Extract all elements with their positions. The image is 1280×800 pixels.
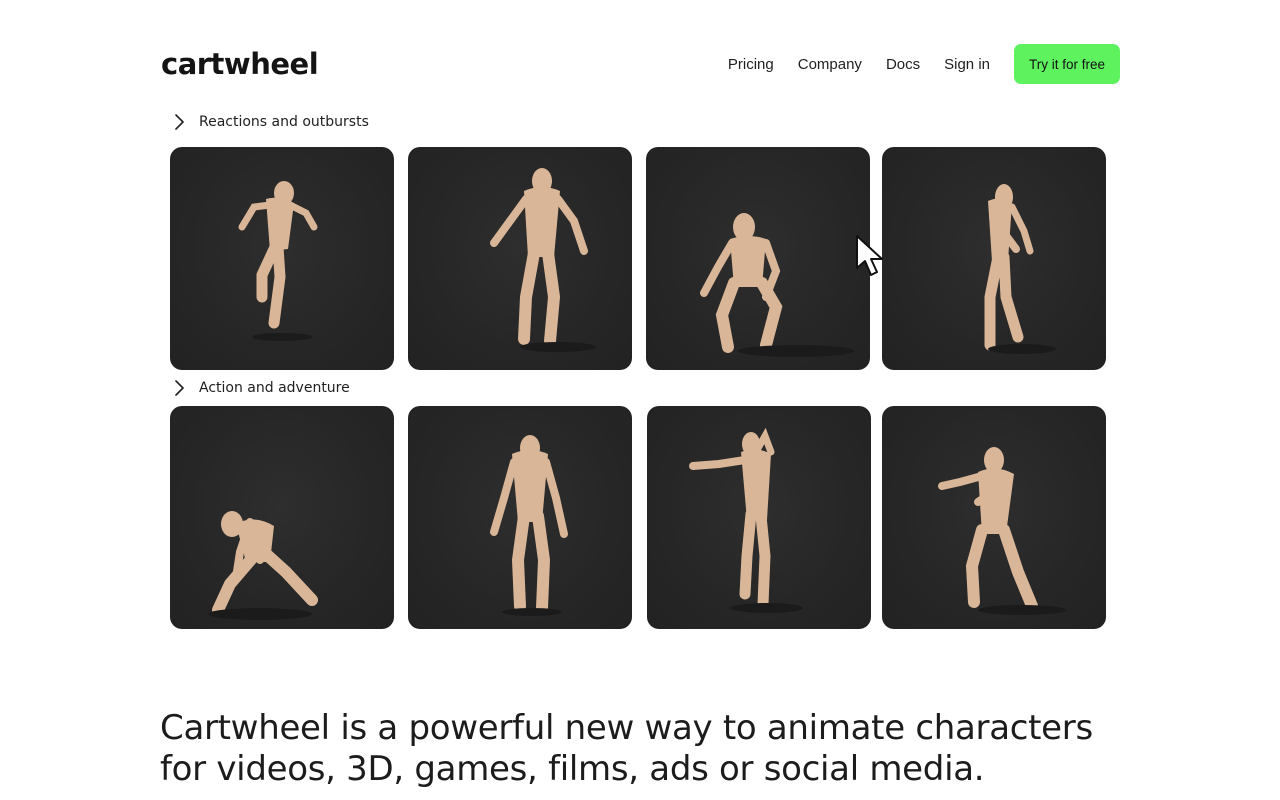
animation-grid-reactions: [170, 147, 1108, 370]
chevron-right-icon: [170, 378, 190, 398]
animation-card[interactable]: [882, 147, 1106, 370]
mannequin-figure: [238, 181, 318, 341]
animation-card[interactable]: [408, 406, 632, 629]
animation-card[interactable]: [170, 147, 394, 370]
mannequin-figure: [700, 213, 854, 357]
mannequin-figure: [208, 511, 318, 620]
section-title: Reactions and outbursts: [199, 114, 369, 130]
animation-card[interactable]: [646, 147, 870, 370]
animation-card[interactable]: [882, 406, 1106, 629]
section-header-reactions[interactable]: Reactions and outbursts: [170, 112, 369, 132]
nav-link-company[interactable]: Company: [798, 56, 862, 73]
mannequin-figure: [984, 184, 1056, 354]
section-title: Action and adventure: [199, 380, 350, 396]
mannequin-figure: [490, 168, 596, 352]
animation-card[interactable]: [170, 406, 394, 629]
hero-headline: Cartwheel is a powerful new way to anima…: [160, 708, 1093, 789]
cartwheel-logo[interactable]: cartwheel: [161, 44, 319, 84]
animation-card[interactable]: [647, 406, 871, 629]
try-free-button[interactable]: Try it for free: [1014, 44, 1120, 84]
nav-links: Pricing Company Docs Sign in Try it for …: [728, 44, 1120, 84]
animation-grid-action: [170, 406, 1108, 629]
nav-link-docs[interactable]: Docs: [886, 56, 920, 73]
mannequin-figure: [938, 447, 1066, 615]
mannequin-figure: [490, 435, 568, 616]
animation-card[interactable]: [408, 147, 632, 370]
section-header-action[interactable]: Action and adventure: [170, 378, 350, 398]
nav-link-pricing[interactable]: Pricing: [728, 56, 774, 73]
top-nav: cartwheel Pricing Company Docs Sign in T…: [160, 44, 1120, 84]
nav-link-sign-in[interactable]: Sign in: [944, 56, 990, 73]
mannequin-figure: [689, 427, 803, 613]
chevron-right-icon: [170, 112, 190, 132]
